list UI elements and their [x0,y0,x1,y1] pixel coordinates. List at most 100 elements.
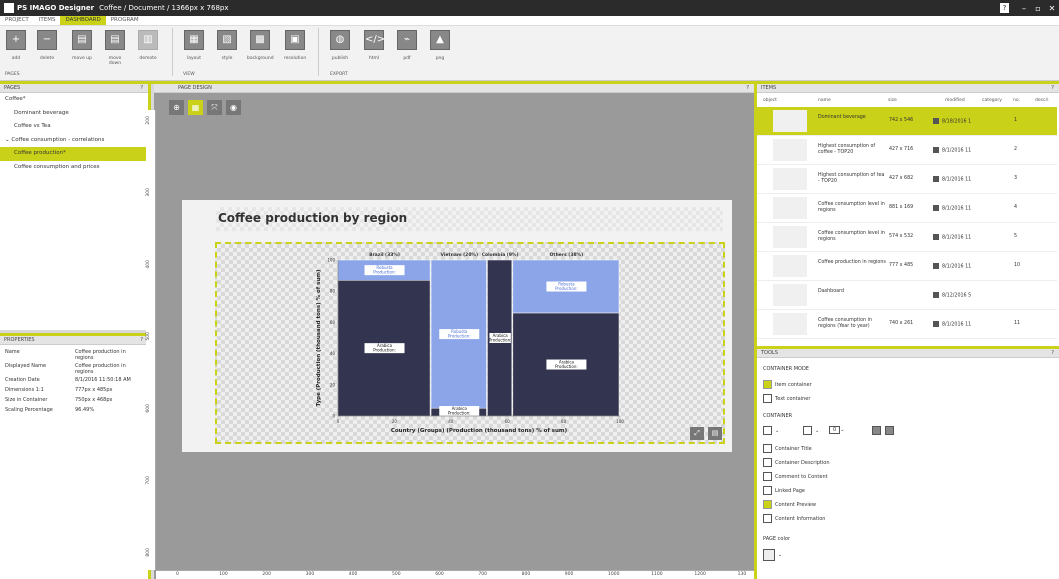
col-object[interactable]: object [763,98,777,103]
png-export-button[interactable]: ▲ png [427,30,453,64]
tools-panel: TOOLS? CONTAINER MODE Item container Tex… [754,346,1059,579]
grid-icon[interactable]: ▦ [188,100,203,115]
marimekko-chart: Brazil (33%)RobustaProduction: ArabicaPr… [316,252,624,434]
document-name: Coffee / Document / 1366px x 768px [99,4,229,12]
text-container-option[interactable]: Text container [763,394,810,403]
ribbon: + add − delete ▤ move up ▤ move down ▥ demote… [0,26,1059,81]
app-name: PS IMAGO Designer [17,4,95,12]
item-size: 427 x 716 [889,147,914,152]
menu-project[interactable]: PROJECT [0,16,34,25]
resize-icon[interactable] [885,426,897,435]
style-button[interactable]: ▧ style [214,30,240,64]
page-title-container[interactable]: Coffee production by region [216,207,723,231]
background-button[interactable]: ▩ background [247,30,274,64]
y-tick-label: 80 [330,289,336,294]
container-title-toggle[interactable]: Container Title [763,444,812,453]
html-export-button[interactable]: </> html [361,30,387,64]
col-name[interactable]: name [818,98,831,103]
page-item-group[interactable]: ⌄ Coffee consumption - correlations [0,134,148,148]
page-item-selected[interactable]: Coffee production* [0,147,148,161]
export-icon[interactable]: ▤ [708,427,722,440]
border-style-dropdown[interactable]: ⌄ [763,426,779,435]
linked-page-toggle[interactable]: Linked Page [763,486,805,495]
fit-icon[interactable]: ⤧ [207,100,222,115]
table-row[interactable]: Highest consumption of coffee - TOP20 427… [757,136,1057,165]
move-down-button[interactable]: ▤ move down [102,30,128,66]
comment-to-content-toggle[interactable]: Comment to Content [763,472,828,481]
col-no[interactable]: no. [1013,98,1020,103]
content-preview-toggle[interactable]: Content Preview [763,500,816,509]
data-label-robusta: Production: [555,286,578,291]
item-size: 427 x 682 [889,176,914,181]
item-thumbnail [773,168,807,190]
delete-page-button[interactable]: − delete [34,30,60,64]
publish-button[interactable]: ◍ publish [327,30,353,64]
property-row: Dimensions 1:1 777px x 485px [5,387,113,393]
col-category[interactable]: category [982,98,1002,103]
table-row[interactable]: Coffee production in regions 777 x 485 8/1… [757,252,1057,281]
page-item[interactable]: Dominant beverage [0,107,148,121]
border-width-stepper[interactable]: 0 ⌄ [829,426,844,434]
add-page-button[interactable]: + add [3,30,29,64]
align-icon[interactable] [872,426,884,435]
ruler-tick-label: 900 [564,572,574,577]
container-label: CONTAINER [763,413,793,419]
menu-items[interactable]: ITEMS [34,16,61,25]
table-row[interactable]: Coffee consumption level in regions 881 x… [757,194,1057,223]
col-size[interactable]: size [888,98,897,103]
item-name: Highest consumption of tea - TOP20 [818,173,885,184]
menu-dashboard[interactable]: DASHBOARD [60,16,106,25]
col-description[interactable]: descri [1035,98,1049,103]
fullscreen-icon[interactable]: ⤢ [690,427,704,440]
line-style-icon [763,426,772,435]
y-tick-label: 100 [327,258,335,263]
page-item[interactable]: Coffee consumption and prices [0,161,148,175]
item-thumbnail [773,139,807,161]
border-color-icon [803,426,812,435]
ruler-tick-label: 700 [146,476,151,485]
help-icon[interactable]: ? [746,84,749,93]
minimize-icon[interactable]: – [1017,4,1031,13]
item-thumbnail [773,284,807,306]
container-description-toggle[interactable]: Container Description [763,458,830,467]
restore-icon[interactable]: ▫ [1031,4,1045,13]
page-item[interactable]: Coffee vs Tea [0,120,148,134]
content-information-toggle[interactable]: Content Information [763,514,825,523]
preview-eye-icon[interactable]: ◉ [226,100,241,115]
pdf-export-button[interactable]: ⌁ pdf [394,30,420,64]
page-color-dropdown[interactable]: ⌄ [763,549,782,561]
category-icon [933,321,939,327]
col-modified[interactable]: modified [945,98,965,103]
move-up-icon: ▤ [72,30,92,50]
item-size: 881 x 169 [889,205,914,210]
ruler-tick-label: 700 [478,572,487,577]
item-modified: 8/1/2016 11 [933,176,971,183]
demote-button[interactable]: ▥ demote [135,30,161,64]
help-icon[interactable]: ? [1000,3,1009,13]
property-row: Scaling Percentage 96.49% [5,407,95,413]
help-icon[interactable]: ? [140,336,143,345]
table-row[interactable]: Dominant beverage 742 x 546 8/18/2016 1 1 [757,107,1057,136]
help-icon[interactable]: ? [1051,84,1054,93]
layout-button[interactable]: ▦ layout [181,30,207,64]
zoom-in-icon[interactable]: ⊕ [169,100,184,115]
item-modified: 8/1/2016 11 [933,263,971,270]
menu-program[interactable]: PROGRAM [106,16,144,25]
move-up-button[interactable]: ▤ move up [69,30,95,64]
border-color-dropdown[interactable]: ⌄ [803,426,819,435]
table-row[interactable]: Coffee consumption in regions (Year to y… [757,310,1057,339]
help-icon[interactable]: ? [1051,349,1054,358]
table-row[interactable]: Coffee consumption level in regions 574 x… [757,223,1057,252]
item-modified: 8/18/2016 1 [933,118,971,125]
category-icon [933,263,939,269]
item-container-option[interactable]: Item container [763,380,812,389]
close-icon[interactable]: ✕ [1045,4,1059,13]
item-thumbnail [773,110,807,132]
properties-header: PROPERTIES? [0,336,148,345]
table-row[interactable]: Dashboard 8/12/2016 5 [757,281,1057,310]
minus-icon: − [37,30,57,50]
page-item[interactable]: Coffee* [0,93,148,107]
resolution-button[interactable]: ▣ resolution [282,30,308,64]
table-row[interactable]: Highest consumption of tea - TOP20 427 x … [757,165,1057,194]
help-icon[interactable]: ? [140,84,143,93]
